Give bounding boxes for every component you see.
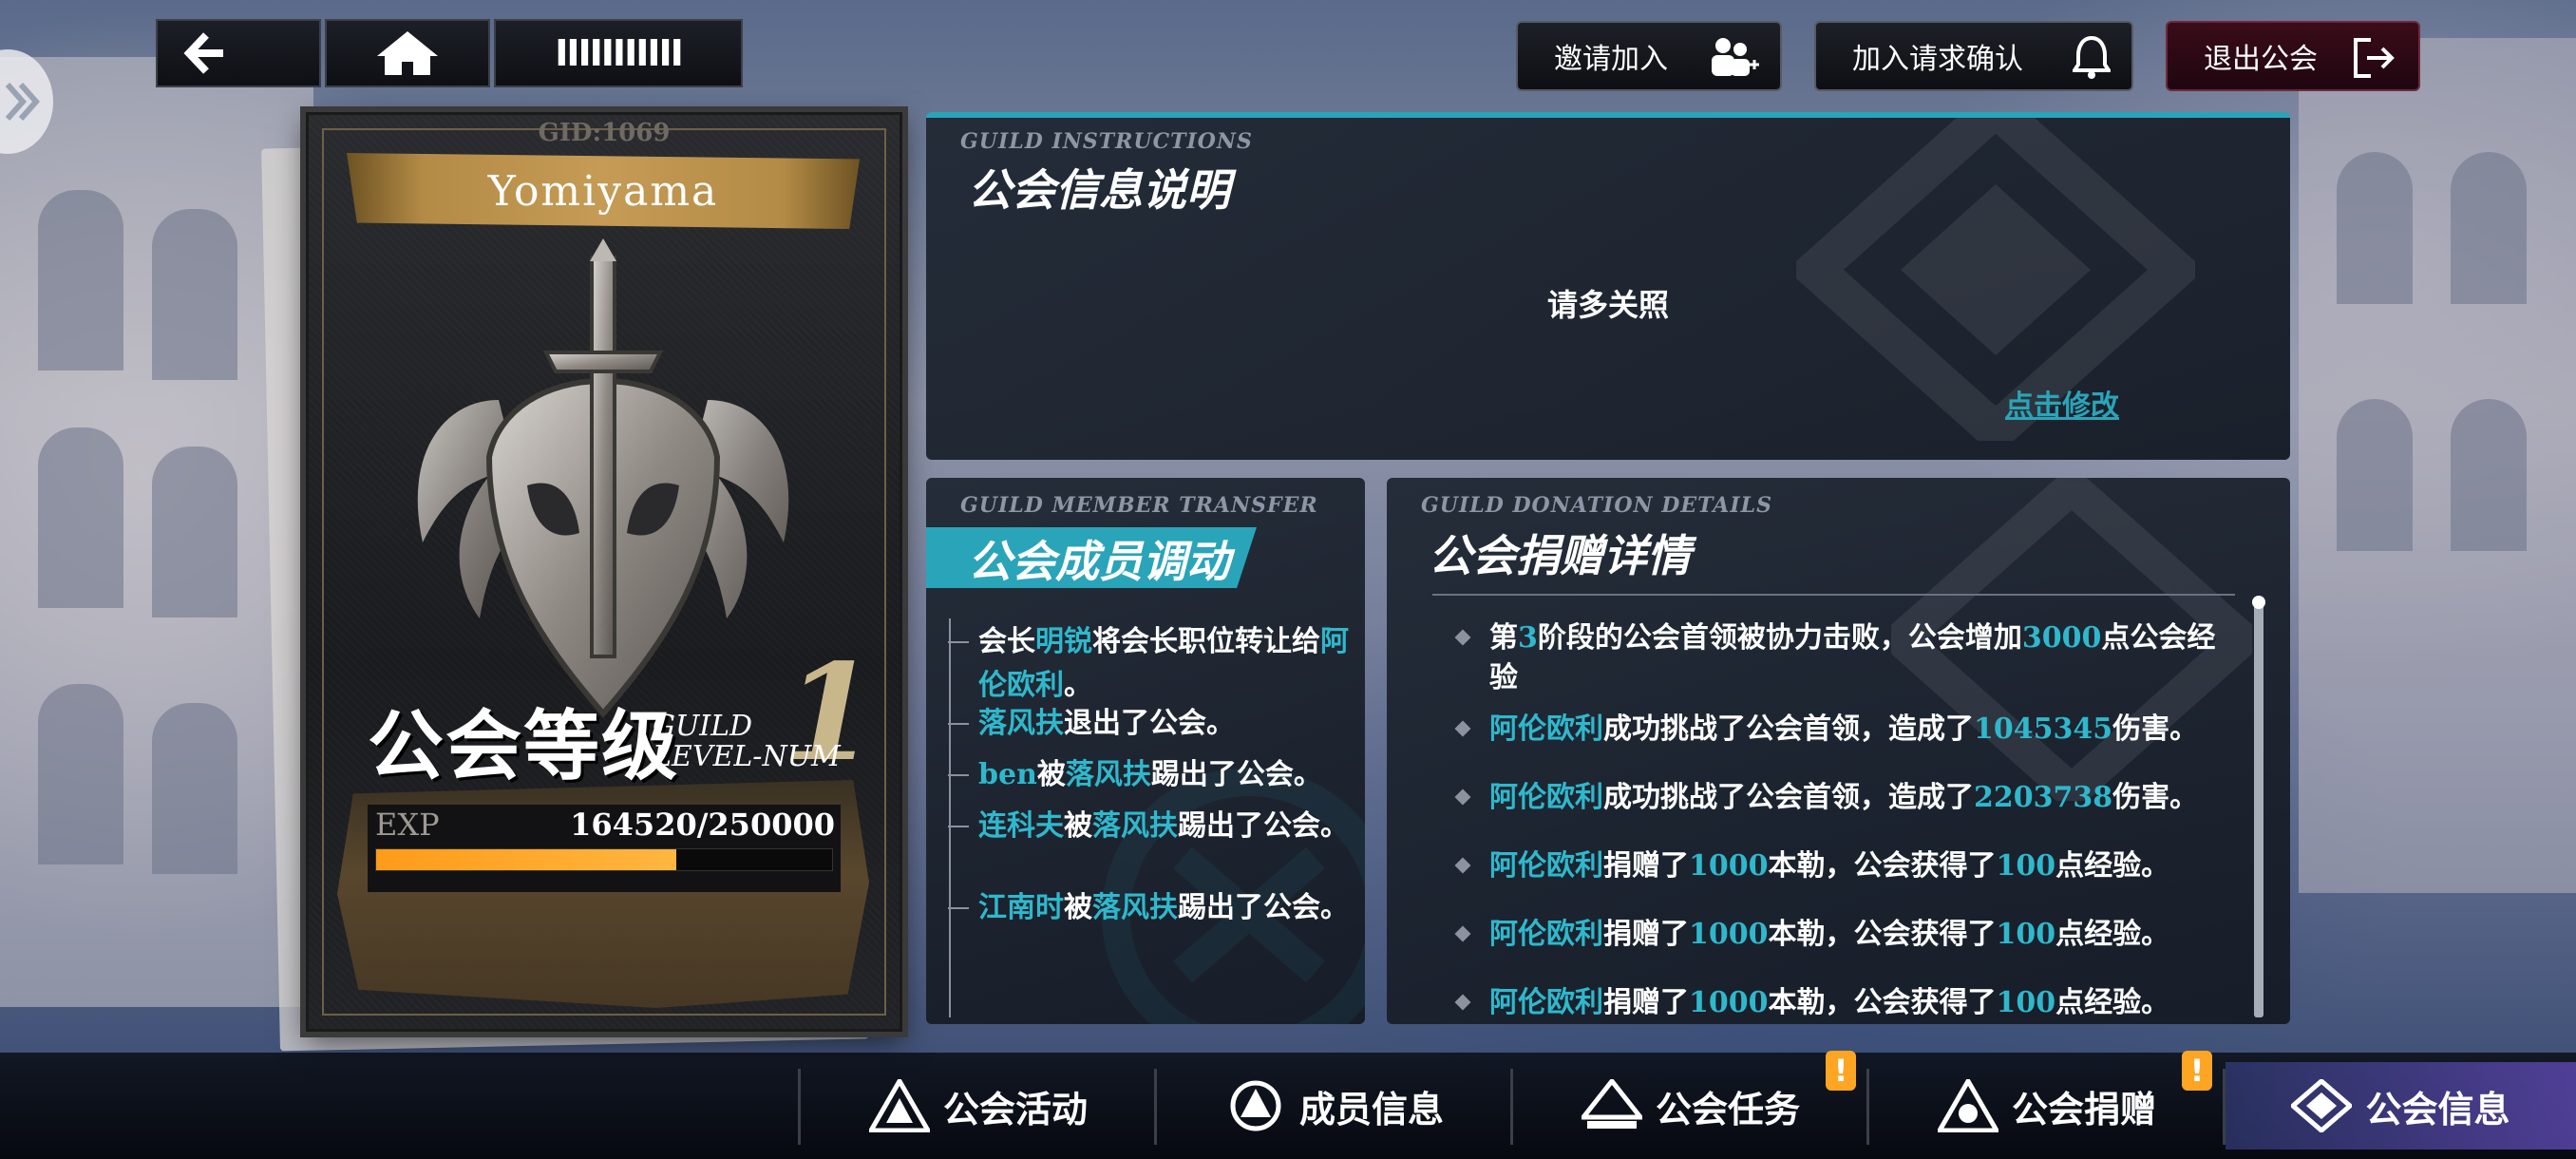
tab-label: 公会任务 bbox=[1655, 1088, 1800, 1130]
transfer-entry: 江南时被落风扶踢出了公会。 bbox=[948, 886, 1349, 930]
exit-guild-button[interactable]: 退出公会 bbox=[2166, 21, 2420, 91]
member-info-icon bbox=[1230, 1080, 1281, 1131]
exit-icon bbox=[2354, 38, 2395, 78]
exp-progress-fill bbox=[376, 849, 676, 870]
instructions-en-title: GUILD INSTRUCTIONS bbox=[960, 129, 1253, 154]
transfer-title: 公会成员调动 bbox=[968, 536, 1230, 587]
guild-donation-icon bbox=[1937, 1079, 1998, 1132]
guild-watermark-icon bbox=[1796, 118, 2195, 441]
guild-activity-icon bbox=[868, 1079, 930, 1132]
tab-label: 公会捐赠 bbox=[2011, 1088, 2156, 1130]
transfer-entry: ben被落风扶踢出了公会。 bbox=[948, 753, 1349, 797]
bullet-diamond-icon bbox=[1454, 788, 1471, 806]
tab-guild-info[interactable]: 公会信息 bbox=[2226, 1062, 2576, 1150]
menu-button[interactable]: IIIIIIIIIII bbox=[494, 19, 743, 87]
donation-en-title: GUILD DONATION DETAILS bbox=[1421, 493, 1773, 518]
donation-title: 公会捐赠详情 bbox=[1429, 530, 1691, 581]
tab-guild-donation[interactable]: 公会捐赠 bbox=[1871, 1062, 2223, 1150]
home-icon bbox=[377, 31, 438, 75]
tab-member-info[interactable]: 成员信息 bbox=[1159, 1062, 1510, 1150]
member-transfer-panel: GUILD MEMBER TRANSFER 公会成员调动 会长明锐将会长职位转让… bbox=[926, 478, 1365, 1024]
tab-guild-activity[interactable]: 公会活动 bbox=[803, 1062, 1154, 1150]
transfer-en-title: GUILD MEMBER TRANSFER bbox=[960, 493, 1318, 518]
guild-level-label-en: GUILD LEVEL-NUM bbox=[653, 710, 841, 773]
donation-entry: 阿伦欧利成功挑战了公会首领，造成了2203738伤害。 bbox=[1454, 778, 2230, 818]
donation-details-panel: GUILD DONATION DETAILS 公会捐赠详情 第3阶段的公会首领被… bbox=[1387, 478, 2290, 1024]
timeline-line bbox=[949, 618, 951, 1017]
tab-label: 成员信息 bbox=[1298, 1088, 1444, 1130]
bell-icon bbox=[2073, 36, 2111, 79]
invite-label: 邀请加入 bbox=[1554, 43, 1668, 76]
guild-donation-alert-badge: ! bbox=[2182, 1051, 2212, 1091]
guild-info-icon bbox=[2291, 1079, 2353, 1132]
exp-label: EXP bbox=[375, 807, 440, 843]
join-request-button[interactable]: 加入请求确认 bbox=[1814, 21, 2133, 91]
donation-entry: 阿伦欧利捐赠了1000本勒，公会获得了100点经验。 bbox=[1454, 983, 2230, 1019]
bullet-diamond-icon bbox=[1454, 925, 1471, 942]
tab-label: 公会活动 bbox=[942, 1088, 1088, 1130]
menu-label: IIIIIIIIIII bbox=[555, 32, 684, 74]
guild-task-alert-badge: ! bbox=[1826, 1051, 1856, 1091]
donation-entry: 阿伦欧利捐赠了1000本勒，公会获得了100点经验。 bbox=[1454, 846, 2230, 886]
transfer-entry: 连科夫被落风扶踢出了公会。 bbox=[948, 805, 1349, 848]
exit-guild-label: 退出公会 bbox=[2204, 43, 2318, 76]
transfer-entry: 落风扶退出了公会。 bbox=[948, 702, 1349, 746]
guild-card: GID:1069 Yomiyama 1 公会等级 GUILD LEVEL-NUM… bbox=[306, 112, 902, 1032]
donation-separator bbox=[1432, 594, 2235, 596]
bullet-diamond-icon bbox=[1454, 994, 1471, 1011]
double-chevron-right-icon bbox=[5, 83, 41, 121]
instructions-title: 公会信息说明 bbox=[968, 164, 1230, 216]
edit-motto-link[interactable]: 点击修改 bbox=[2005, 382, 2119, 424]
guild-instructions-panel: GUILD INSTRUCTIONS 公会信息说明 请多关照 点击修改 bbox=[926, 112, 2290, 460]
invite-button[interactable]: 邀请加入 bbox=[1516, 21, 1782, 91]
guild-id: GID:1069 bbox=[538, 119, 671, 147]
guild-level-label: 公会等级 bbox=[368, 701, 679, 790]
tab-guild-task[interactable]: 公会任务 bbox=[1515, 1062, 1866, 1150]
guild-motto: 请多关照 bbox=[1546, 287, 1669, 323]
back-arrow-icon bbox=[183, 32, 223, 74]
bullet-diamond-icon bbox=[1454, 857, 1471, 874]
bullet-diamond-icon bbox=[1454, 629, 1471, 646]
donation-entry: 阿伦欧利成功挑战了公会首领，造成了1045345伤害。 bbox=[1454, 710, 2230, 750]
donation-scrollbar[interactable] bbox=[2252, 596, 2265, 1017]
exp-progress-bar bbox=[375, 848, 833, 871]
donation-list[interactable]: 第3阶段的公会首领被协力击败，公会增加3000点公会经验阿伦欧利成功挑战了公会首… bbox=[1387, 599, 2242, 1019]
home-button[interactable] bbox=[325, 19, 490, 87]
donation-entry: 第3阶段的公会首领被协力击败，公会增加3000点公会经验 bbox=[1454, 618, 2230, 698]
back-button[interactable] bbox=[156, 19, 321, 87]
transfer-entry: 会长明锐将会长职位转让给阿伦欧利。 bbox=[948, 620, 1349, 708]
join-request-label: 加入请求确认 bbox=[1852, 43, 2023, 76]
guild-name: Yomiyama bbox=[347, 153, 860, 229]
bullet-diamond-icon bbox=[1454, 720, 1471, 737]
exp-value: 164520/250000 bbox=[570, 807, 835, 843]
guild-task-icon bbox=[1581, 1079, 1642, 1129]
add-members-icon bbox=[1712, 38, 1759, 76]
donation-entry: 阿伦欧利捐赠了1000本勒，公会获得了100点经验。 bbox=[1454, 915, 2230, 955]
tab-label: 公会信息 bbox=[2365, 1088, 2510, 1130]
